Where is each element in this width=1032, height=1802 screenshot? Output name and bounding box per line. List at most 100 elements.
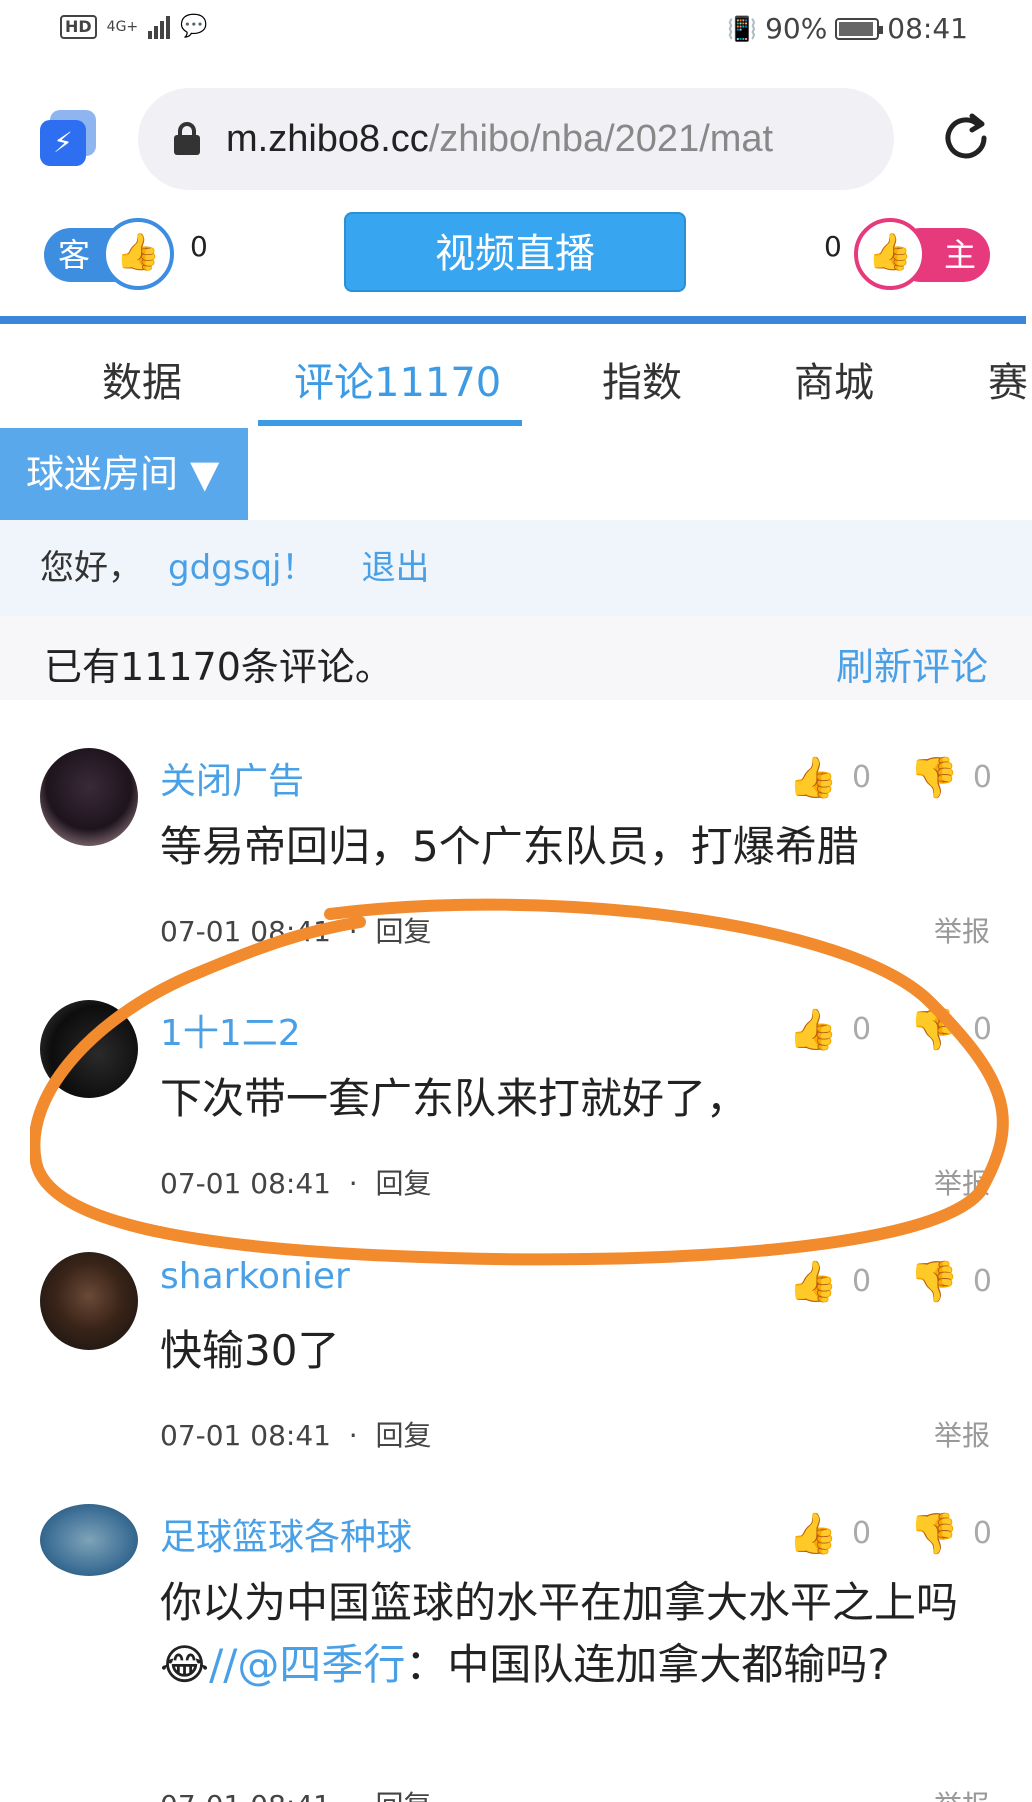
- status-left: HD 4G+ 💬: [60, 14, 208, 39]
- laughing-emoji-icon: 😂: [160, 1640, 210, 1689]
- reply-link[interactable]: 回复: [375, 1789, 431, 1802]
- comment-time: 07-01 08:41: [160, 915, 331, 948]
- dislike-count: 0: [972, 1264, 992, 1299]
- report-link[interactable]: 举报: [934, 910, 990, 950]
- thumbs-up-icon: 👍: [788, 1511, 838, 1557]
- tab-data[interactable]: 数据: [102, 350, 182, 408]
- like-count: 0: [852, 1264, 872, 1299]
- comment-author[interactable]: 关闭广告: [160, 752, 304, 804]
- like-button[interactable]: 👍 0: [788, 1258, 871, 1305]
- comment-meta: 07-01 08:41 · 回复: [160, 1167, 432, 1200]
- avatar[interactable]: [40, 1000, 138, 1098]
- like-button[interactable]: 👍 0: [788, 754, 871, 801]
- comment-author[interactable]: 足球篮球各种球: [160, 1508, 412, 1560]
- comment-text-body: 你以为中国篮球的水平在加拿大水平之上吗: [160, 1578, 959, 1627]
- dislike-count: 0: [972, 1516, 992, 1551]
- browser-app-icon[interactable]: ⚡: [40, 110, 96, 166]
- username-link[interactable]: gdgsqj！: [168, 548, 316, 588]
- lock-icon: [174, 122, 200, 156]
- thumbs-up-icon: 👍: [854, 218, 926, 290]
- divider: [0, 316, 1026, 324]
- like-count: 0: [852, 1012, 872, 1047]
- reload-icon[interactable]: [936, 108, 996, 168]
- report-link[interactable]: 举报: [934, 1414, 990, 1454]
- browser-address-bar: ⚡ m.zhibo8.cc/zhibo/nba/2021/mat: [0, 66, 1032, 196]
- comment-author[interactable]: 1十1二2: [160, 1004, 301, 1056]
- like-button[interactable]: 👍 0: [788, 1006, 871, 1053]
- report-link[interactable]: 举报: [934, 1784, 990, 1802]
- greeting-bar: 您好， gdgsqj！ 退出: [0, 520, 1032, 616]
- greeting-text: 您好，: [40, 548, 142, 588]
- comment-count-bar: 已有11170条评论。 刷新评论: [0, 616, 1032, 700]
- battery-percent: 90%: [765, 12, 828, 45]
- dislike-button[interactable]: 👎 0: [909, 1258, 992, 1305]
- tab-bar: 数据 评论11170 指数 商城 赛: [0, 324, 1032, 428]
- refresh-comments-link[interactable]: 刷新评论: [836, 636, 988, 691]
- vote-group: 👍 0 👎 0: [788, 1006, 992, 1053]
- active-tab-indicator: [258, 420, 522, 426]
- url-path: /zhibo/nba/2021/mat: [428, 117, 774, 160]
- guest-count: 0: [190, 230, 208, 263]
- guest-like-button[interactable]: 客 👍: [44, 218, 180, 290]
- comment-text: 等易帝回归，5个广东队员，打爆希腊: [160, 822, 859, 871]
- comment-time: 07-01 08:41: [160, 1419, 331, 1452]
- comment-meta: 07-01 08:41 · 回复: [160, 915, 432, 948]
- comment-text: 下次带一套广东队来打就好了，: [160, 1074, 749, 1123]
- tab-odds[interactable]: 指数: [602, 350, 682, 408]
- reply-link[interactable]: 回复: [375, 1167, 431, 1200]
- home-like-button[interactable]: 主 👍: [854, 218, 990, 290]
- battery-icon: [835, 17, 884, 40]
- home-count: 0: [824, 230, 842, 263]
- video-live-button[interactable]: 视频直播: [344, 212, 686, 292]
- thumbs-up-icon: 👍: [788, 1259, 838, 1305]
- comment-count-text: 已有11170条评论。: [44, 645, 393, 689]
- vote-group: 👍 0 👎 0: [788, 754, 992, 801]
- report-link[interactable]: 举报: [934, 1162, 990, 1202]
- mention-link[interactable]: //@四季行: [209, 1640, 405, 1689]
- vote-group: 👍 0 👎 0: [788, 1510, 992, 1557]
- url-field[interactable]: m.zhibo8.cc/zhibo/nba/2021/mat: [138, 88, 894, 190]
- avatar[interactable]: [40, 1504, 138, 1576]
- thumbs-up-icon: 👍: [102, 218, 174, 290]
- comment-text-tail: ：中国队连加拿大都输吗?: [405, 1640, 890, 1689]
- status-right: 📳 90% 08:41: [727, 12, 968, 45]
- thumbs-down-icon: 👎: [909, 755, 959, 801]
- dislike-count: 0: [972, 1012, 992, 1047]
- dislike-button[interactable]: 👎 0: [909, 1510, 992, 1557]
- comment-meta: 07-01 08:41 · 回复: [160, 1419, 432, 1452]
- vibrate-icon: 📳: [727, 14, 758, 43]
- clock: 08:41: [887, 12, 968, 45]
- url-host: m.zhibo8.cc: [226, 117, 429, 160]
- comment-time: 07-01 08:41: [160, 1789, 331, 1802]
- dislike-button[interactable]: 👎 0: [909, 1006, 992, 1053]
- fan-room-dropdown[interactable]: 球迷房间 ▼: [0, 428, 248, 520]
- hd-badge: HD: [60, 14, 97, 39]
- tab-comments[interactable]: 评论11170: [294, 350, 501, 408]
- like-button[interactable]: 👍 0: [788, 1510, 871, 1557]
- signal-icon: [148, 15, 171, 39]
- vote-group: 👍 0 👎 0: [788, 1258, 992, 1305]
- comment-time: 07-01 08:41: [160, 1167, 331, 1200]
- thumbs-up-icon: 👍: [788, 755, 838, 801]
- dislike-button[interactable]: 👎 0: [909, 754, 992, 801]
- logout-link[interactable]: 退出: [362, 548, 430, 588]
- tab-schedule[interactable]: 赛: [988, 350, 1028, 408]
- like-count: 0: [852, 1516, 872, 1551]
- thumbs-down-icon: 👎: [909, 1511, 959, 1557]
- live-bar: 客 👍 0 视频直播 0 主 👍: [0, 196, 1032, 308]
- comment-author[interactable]: sharkonier: [160, 1256, 350, 1297]
- wechat-icon: 💬: [180, 14, 208, 39]
- dislike-count: 0: [972, 760, 992, 795]
- avatar[interactable]: [40, 748, 138, 846]
- reply-link[interactable]: 回复: [375, 915, 431, 948]
- comment-text: 你以为中国篮球的水平在加拿大水平之上吗 😂//@四季行：中国队连加拿大都输吗?: [160, 1572, 980, 1696]
- tab-shop[interactable]: 商城: [794, 350, 874, 408]
- like-count: 0: [852, 760, 872, 795]
- comment-meta: 07-01 08:41 · 回复: [160, 1784, 431, 1802]
- thumbs-up-icon: 👍: [788, 1007, 838, 1053]
- status-bar: HD 4G+ 💬 📳 90% 08:41: [0, 0, 1032, 66]
- reply-link[interactable]: 回复: [375, 1419, 431, 1452]
- avatar[interactable]: [40, 1252, 138, 1350]
- thumbs-down-icon: 👎: [909, 1259, 959, 1305]
- comment-text: 快输30了: [160, 1326, 340, 1375]
